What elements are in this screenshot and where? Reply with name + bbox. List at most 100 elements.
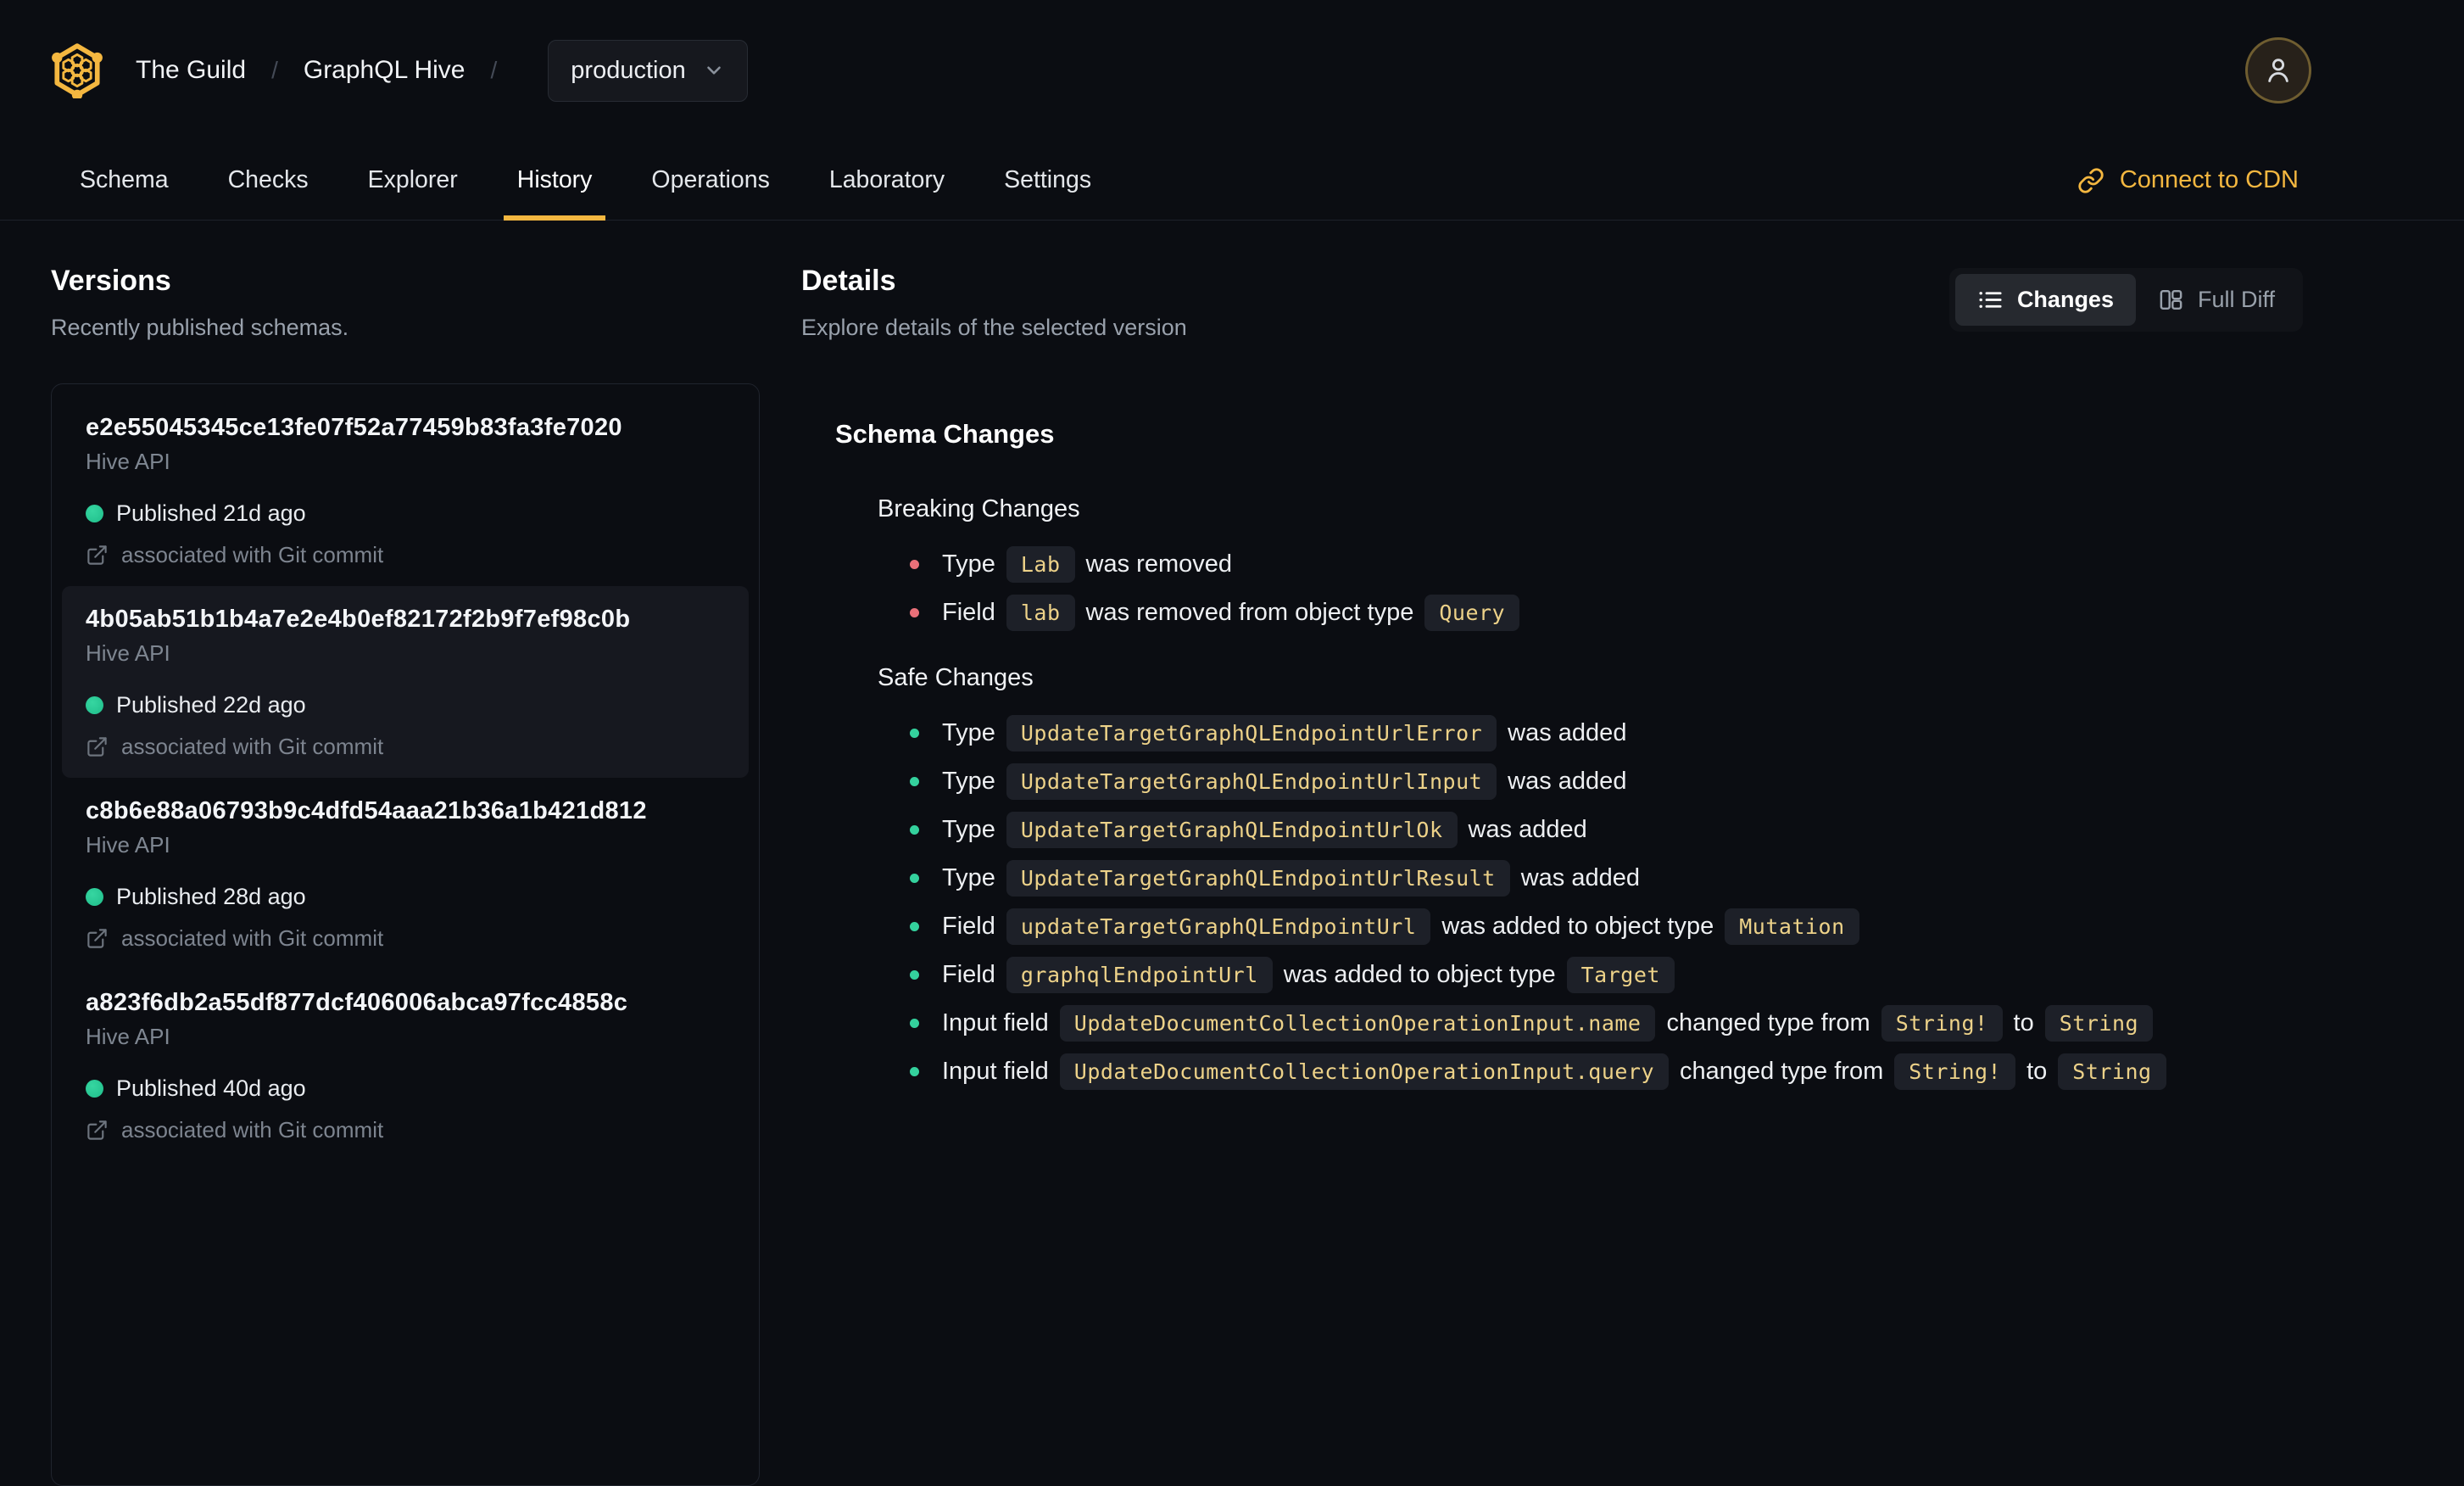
change-content: Type UpdateTargetGraphQLEndpointUrlOk was … — [942, 812, 1587, 848]
change-text: Field — [942, 599, 995, 626]
version-list-item[interactable]: a823f6db2a55df877dcf406006abca97fcc4858c… — [62, 969, 749, 1161]
version-list-item[interactable]: c8b6e88a06793b9c4dfd54aaa21b36a1b421d812… — [62, 778, 749, 969]
version-service: Hive API — [86, 449, 170, 474]
change-text: was added — [1508, 719, 1627, 746]
version-hash: c8b6e88a06793b9c4dfd54aaa21b36a1b421d812 — [86, 797, 647, 824]
version-published-row: Published 21d ago — [86, 500, 725, 527]
breaking-changes-group: Breaking Changes Type Lab was removed Fiel… — [835, 495, 2303, 637]
schema-change-item: Type UpdateTargetGraphQLEndpointUrlResult… — [910, 854, 2303, 902]
connect-to-cdn-link[interactable]: Connect to CDN — [2077, 141, 2299, 220]
change-bullet-icon — [910, 1067, 919, 1076]
version-git-row: associated with Git commit — [86, 1117, 725, 1142]
details-subtitle: Explore details of the selected version — [801, 315, 1187, 340]
schema-changes-section: Schema Changes Breaking Changes Type Lab w… — [835, 419, 2303, 1096]
tab-settings[interactable]: Settings — [1001, 141, 1095, 220]
versions-title: Versions — [51, 265, 171, 297]
safe-changes-title: Safe Changes — [878, 664, 1034, 691]
schema-change-item: Field updateTargetGraphQLEndpointUrl was a… — [910, 902, 2303, 951]
schema-change-item: Type UpdateTargetGraphQLEndpointUrlInput w… — [910, 757, 2303, 806]
version-list-item[interactable]: e2e55045345ce13fe07f52a77459b83fa3fe7020… — [62, 394, 749, 586]
breadcrumb-project[interactable]: GraphQL Hive — [304, 56, 465, 85]
details-title: Details — [801, 265, 896, 297]
external-link-icon — [87, 545, 107, 565]
user-avatar-button[interactable] — [2245, 37, 2311, 103]
version-list-item[interactable]: 4b05ab51b1b4a7e2e4b0ef82172f2b9f7ef98c0b… — [62, 586, 749, 778]
code-badge: Query — [1424, 595, 1520, 631]
version-published-row: Published 22d ago — [86, 691, 725, 718]
changes-view-button[interactable]: Changes — [1954, 274, 2136, 326]
version-git-row: associated with Git commit — [86, 542, 725, 567]
change-content: Type UpdateTargetGraphQLEndpointUrlError w… — [942, 715, 1626, 751]
change-text: Type — [942, 816, 995, 843]
change-bullet-icon — [910, 608, 919, 617]
code-badge: updateTargetGraphQLEndpointUrl — [1006, 908, 1431, 945]
tab-operations[interactable]: Operations — [648, 141, 772, 220]
link-icon — [2078, 167, 2104, 193]
change-content: Field lab was removed from object type Quer… — [942, 595, 1530, 631]
version-published-label: Published 22d ago — [116, 692, 306, 718]
code-badge: Mutation — [1725, 908, 1859, 945]
code-badge: graphqlEndpointUrl — [1006, 957, 1273, 993]
change-text: Input field — [942, 1058, 1049, 1085]
chevron-down-icon — [706, 66, 721, 75]
columns-icon — [2160, 289, 2182, 310]
safe-changes-group: Safe Changes Type UpdateTargetGraphQLEndp… — [835, 664, 2303, 1096]
breadcrumb-separator: / — [490, 57, 498, 83]
version-hash: a823f6db2a55df877dcf406006abca97fcc4858c — [86, 989, 628, 1016]
breadcrumb-org[interactable]: The Guild — [136, 56, 246, 85]
version-published-label: Published 40d ago — [116, 1075, 306, 1101]
tab-history[interactable]: History — [503, 141, 606, 221]
change-content: Type UpdateTargetGraphQLEndpointUrlResult… — [942, 860, 1640, 897]
user-icon — [2268, 59, 2288, 82]
cdn-link-label: Connect to CDN — [2119, 166, 2299, 193]
tab-schema[interactable]: Schema — [76, 141, 172, 220]
change-text: Type — [942, 768, 995, 795]
code-badge: UpdateDocumentCollectionOperationInput.q… — [1059, 1053, 1670, 1090]
git-commit-link[interactable]: associated with Git commit — [121, 542, 383, 567]
version-published-row: Published 40d ago — [86, 1075, 725, 1102]
safe-changes-list: Type UpdateTargetGraphQLEndpointUrlError w… — [910, 709, 2303, 1096]
version-hash: 4b05ab51b1b4a7e2e4b0ef82172f2b9f7ef98c0b — [86, 606, 631, 633]
schema-change-item: Type Lab was removed — [910, 540, 2303, 589]
change-content: Input field UpdateDocumentCollectionOpera… — [942, 1053, 2177, 1090]
change-text: to — [2013, 1009, 2034, 1036]
version-hash: e2e55045345ce13fe07f52a77459b83fa3fe7020 — [86, 414, 622, 441]
change-text: was removed from object type — [1085, 599, 1414, 626]
breadcrumb: The Guild / GraphQL Hive / production — [136, 39, 748, 102]
versions-panel: Versions Recently published schemas. e2e… — [51, 265, 760, 1486]
change-text: was added — [1468, 816, 1587, 843]
git-commit-link[interactable]: associated with Git commit — [121, 925, 383, 951]
tab-laboratory[interactable]: Laboratory — [826, 141, 948, 220]
change-content: Type Lab was removed — [942, 546, 1232, 583]
full-diff-view-button[interactable]: Full Diff — [2136, 274, 2297, 326]
change-bullet-icon — [910, 560, 919, 569]
external-link-icon — [87, 928, 107, 948]
code-badge: String! — [1881, 1005, 2003, 1042]
change-text: changed type from — [1680, 1058, 1884, 1085]
schema-change-item: Type UpdateTargetGraphQLEndpointUrlOk was … — [910, 806, 2303, 854]
status-dot-icon — [86, 696, 103, 714]
version-list: e2e55045345ce13fe07f52a77459b83fa3fe7020… — [51, 383, 760, 1486]
versions-subtitle: Recently published schemas. — [51, 315, 349, 340]
change-text: was added — [1508, 768, 1627, 795]
change-bullet-icon — [910, 922, 919, 931]
code-badge: String — [2044, 1005, 2154, 1042]
target-selector-value: production — [571, 56, 686, 84]
target-selector[interactable]: production — [548, 39, 748, 102]
version-published-label: Published 28d ago — [116, 884, 306, 909]
breaking-changes-title: Breaking Changes — [878, 495, 1080, 522]
change-text: was added to object type — [1283, 961, 1556, 988]
app-root: The Guild / GraphQL Hive / production Sc… — [0, 0, 2464, 1486]
schema-change-item: Input field UpdateDocumentCollectionOpera… — [910, 1047, 2303, 1096]
details-header: Details Explore details of the selected … — [801, 265, 2303, 341]
main-content: Versions Recently published schemas. e2e… — [0, 221, 2464, 1486]
tab-explorer[interactable]: Explorer — [365, 141, 461, 220]
git-commit-link[interactable]: associated with Git commit — [121, 734, 383, 759]
hive-logo-icon[interactable] — [49, 42, 105, 98]
tab-checks[interactable]: Checks — [225, 141, 312, 220]
details-panel: Details Explore details of the selected … — [801, 265, 2303, 1486]
version-git-row: associated with Git commit — [86, 734, 725, 759]
git-commit-link[interactable]: associated with Git commit — [121, 1117, 383, 1142]
change-bullet-icon — [910, 825, 919, 835]
change-text: to — [2026, 1058, 2048, 1085]
